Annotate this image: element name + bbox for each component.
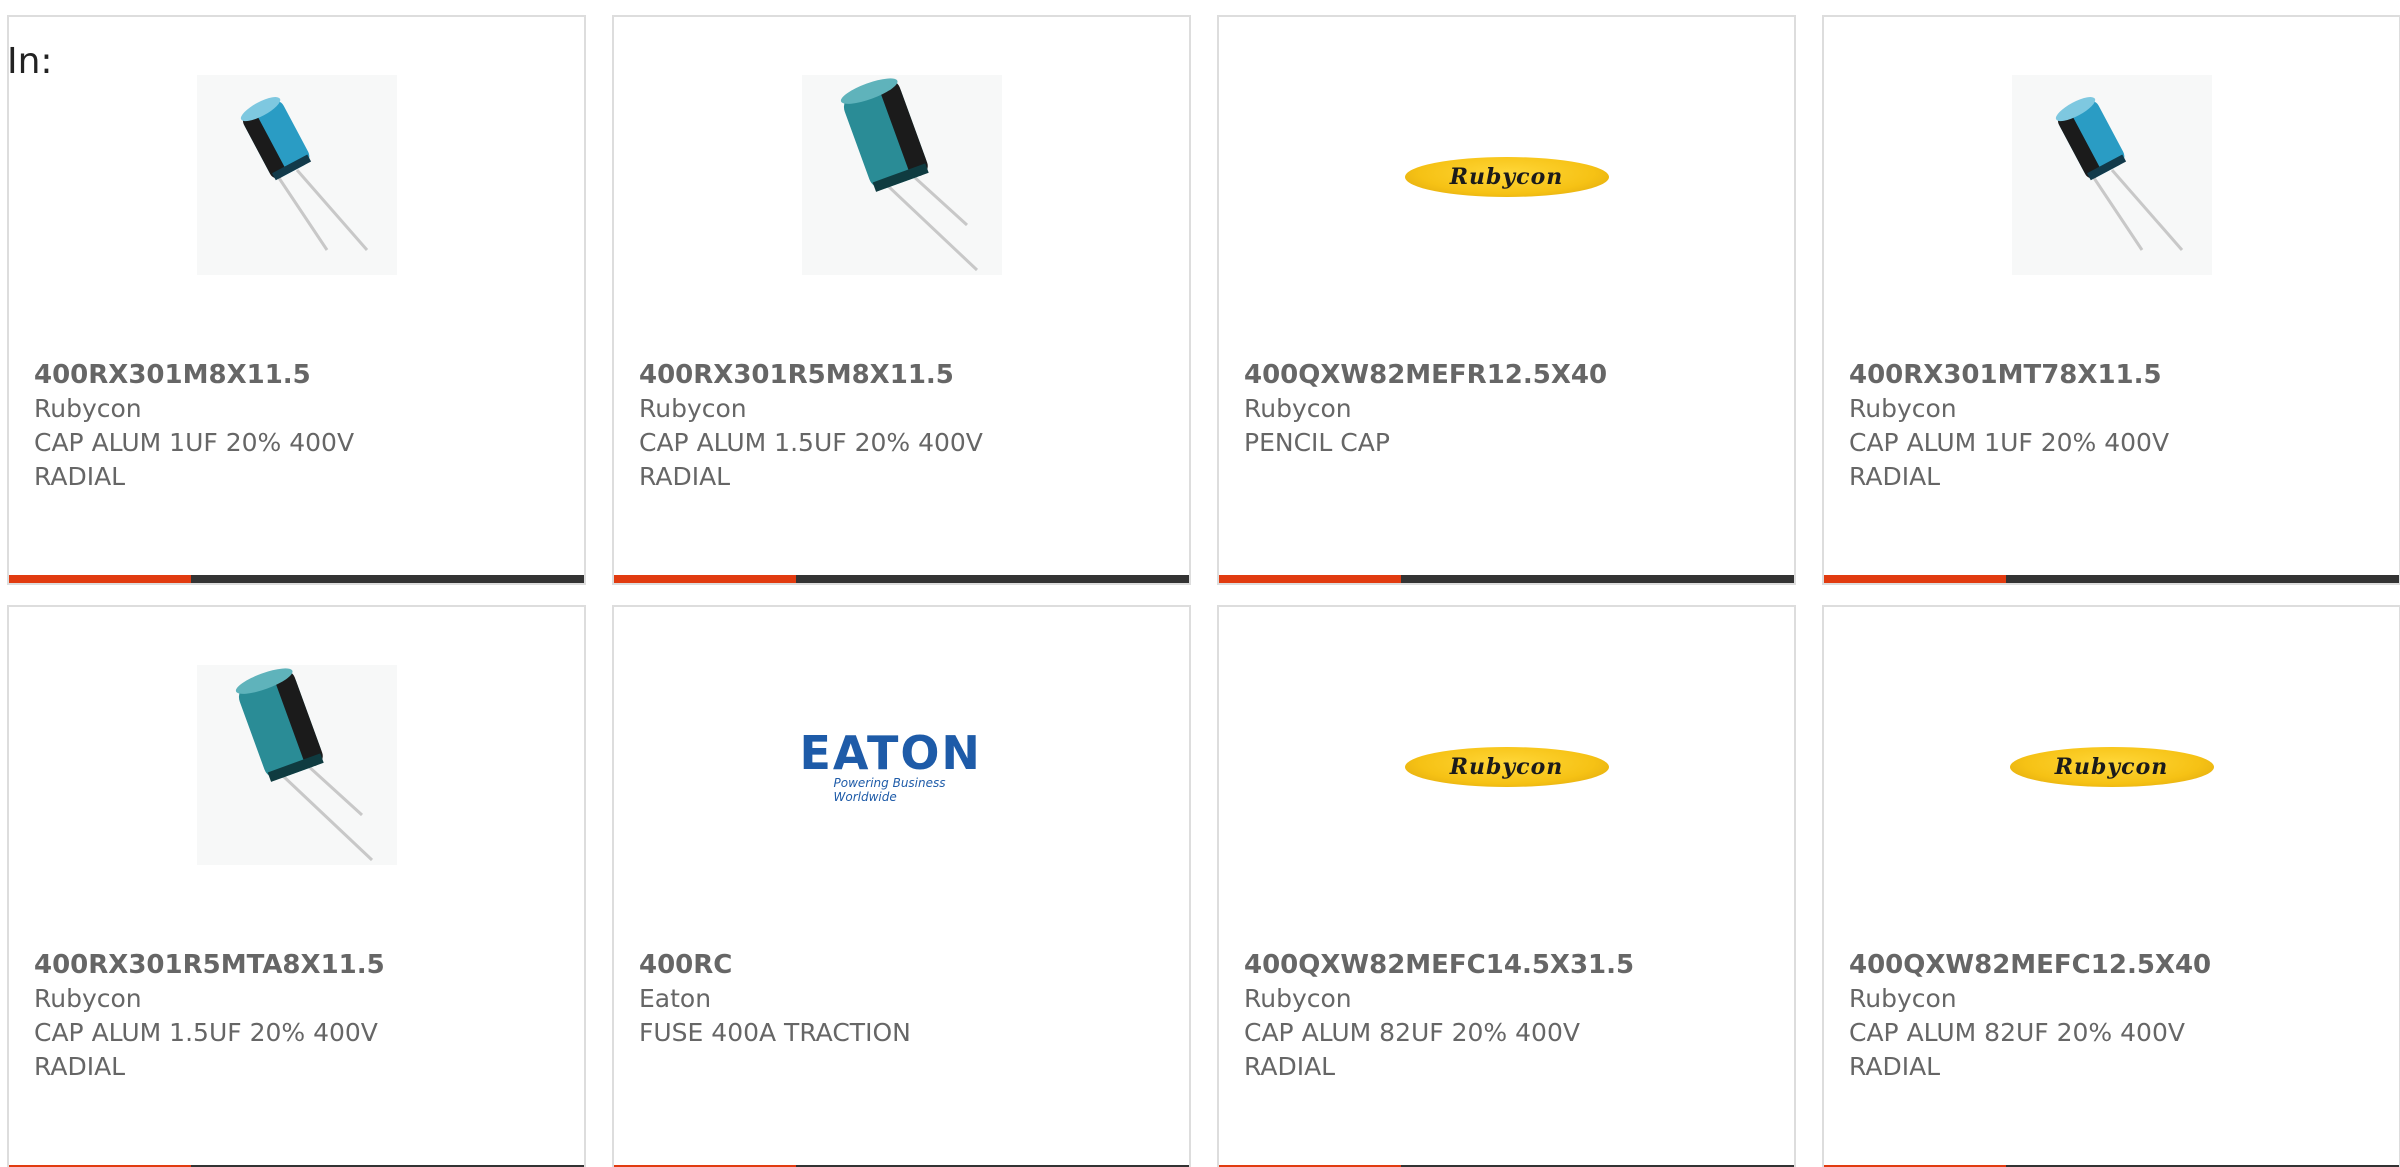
card-footer-accent xyxy=(1824,575,2006,583)
manufacturer-name: Rubycon xyxy=(1849,394,1957,423)
capacitor-small-icon xyxy=(196,75,397,279)
card-footer-accent xyxy=(1219,575,1401,583)
part-number-link[interactable]: 400QXW82MEFC14.5X31.5 xyxy=(1244,948,1774,982)
product-info: 400RC Eaton FUSE 400A TRACTION xyxy=(639,948,1169,1050)
manufacturer-name: Eaton xyxy=(639,984,712,1013)
product-info: 400RX301MT78X11.5 Rubycon CAP ALUM 1UF 20%… xyxy=(1849,358,2379,494)
product-card[interactable]: Rubycon 400QXW82MEFC14.5X31.5 Rubycon CAP A… xyxy=(1217,605,1796,1167)
card-footer-accent xyxy=(9,575,191,583)
card-footer-bar xyxy=(1824,575,2399,583)
manufacturer-name: Rubycon xyxy=(1849,984,1957,1013)
rubycon-logo: Rubycon xyxy=(1404,157,1609,197)
product-description: CAP ALUM 82UF 20% 400V RADIAL xyxy=(1244,1018,1580,1081)
product-card[interactable]: 400RX301MT78X11.5 Rubycon CAP ALUM 1UF 20%… xyxy=(1822,15,2400,585)
product-info: 400RX301R5MTA8X11.5 Rubycon CAP ALUM 1.5UF… xyxy=(34,948,564,1084)
product-image[interactable] xyxy=(9,665,584,869)
product-grid-page: In: 400RX301M8X11.5 Rubycon CAP ALUM 1UF 2… xyxy=(0,0,2400,1167)
part-number-link[interactable]: 400RX301R5M8X11.5 xyxy=(639,358,1169,392)
part-number-link[interactable]: 400QXW82MEFR12.5X40 xyxy=(1244,358,1774,392)
manufacturer-name: Rubycon xyxy=(639,394,747,423)
product-image[interactable]: Rubycon xyxy=(1824,667,2399,867)
product-description: CAP ALUM 1.5UF 20% 400V RADIAL xyxy=(34,1018,378,1081)
product-image[interactable]: EATON Powering Business Worldwide xyxy=(614,667,1189,867)
capacitor-large-icon xyxy=(196,665,397,869)
part-number-link[interactable]: 400RX301MT78X11.5 xyxy=(1849,358,2379,392)
product-image[interactable] xyxy=(614,75,1189,279)
product-description: CAP ALUM 1UF 20% 400V RADIAL xyxy=(1849,428,2170,491)
manufacturer-name: Rubycon xyxy=(1244,984,1352,1013)
product-card[interactable]: 400RX301R5M8X11.5 Rubycon CAP ALUM 1.5UF 2… xyxy=(612,15,1191,585)
product-description: PENCIL CAP xyxy=(1244,428,1390,457)
product-card[interactable]: EATON Powering Business Worldwide 400RC Eat… xyxy=(612,605,1191,1167)
product-card[interactable]: 400RX301R5MTA8X11.5 Rubycon CAP ALUM 1.5UF… xyxy=(7,605,586,1167)
product-info: 400QXW82MEFC14.5X31.5 Rubycon CAP ALUM 82U… xyxy=(1244,948,1774,1084)
product-description: CAP ALUM 1UF 20% 400V RADIAL xyxy=(34,428,355,491)
rubycon-logo: Rubycon xyxy=(2009,747,2214,787)
eaton-logo-tagline: Powering Business Worldwide xyxy=(833,776,946,804)
product-card[interactable]: Rubycon 400QXW82MEFR12.5X40 Rubycon PENCIL … xyxy=(1217,15,1796,585)
filter-label: In: xyxy=(7,41,53,82)
product-info: 400RX301R5M8X11.5 Rubycon CAP ALUM 1.5UF 2… xyxy=(639,358,1169,494)
product-grid: 400RX301M8X11.5 Rubycon CAP ALUM 1UF 20% 4… xyxy=(7,15,2400,1167)
capacitor-small-icon xyxy=(2011,75,2212,279)
card-footer-bar xyxy=(614,575,1189,583)
part-number-link[interactable]: 400RX301M8X11.5 xyxy=(34,358,564,392)
product-description: CAP ALUM 1.5UF 20% 400V RADIAL xyxy=(639,428,983,491)
card-footer-bar xyxy=(1219,575,1794,583)
manufacturer-name: Rubycon xyxy=(34,984,142,1013)
part-number-link[interactable]: 400RX301R5MTA8X11.5 xyxy=(34,948,564,982)
card-footer-bar xyxy=(9,575,584,583)
product-card[interactable]: 400RX301M8X11.5 Rubycon CAP ALUM 1UF 20% 4… xyxy=(7,15,586,585)
product-info: 400RX301M8X11.5 Rubycon CAP ALUM 1UF 20% 4… xyxy=(34,358,564,494)
capacitor-large-icon xyxy=(801,75,1002,279)
eaton-logo-word: EATON xyxy=(799,726,982,780)
product-info: 400QXW82MEFR12.5X40 Rubycon PENCIL CAP xyxy=(1244,358,1774,460)
product-image[interactable] xyxy=(1824,75,2399,279)
card-footer-accent xyxy=(614,575,796,583)
product-description: FUSE 400A TRACTION xyxy=(639,1018,911,1047)
product-image[interactable]: Rubycon xyxy=(1219,77,1794,277)
product-info: 400QXW82MEFC12.5X40 Rubycon CAP ALUM 82UF … xyxy=(1849,948,2379,1084)
eaton-logo: EATON Powering Business Worldwide xyxy=(800,727,1004,807)
part-number-link[interactable]: 400QXW82MEFC12.5X40 xyxy=(1849,948,2379,982)
product-card[interactable]: Rubycon 400QXW82MEFC12.5X40 Rubycon CAP ALU… xyxy=(1822,605,2400,1167)
manufacturer-name: Rubycon xyxy=(1244,394,1352,423)
product-image[interactable] xyxy=(9,75,584,279)
rubycon-logo: Rubycon xyxy=(1404,747,1609,787)
part-number-link[interactable]: 400RC xyxy=(639,948,1169,982)
product-description: CAP ALUM 82UF 20% 400V RADIAL xyxy=(1849,1018,2185,1081)
manufacturer-name: Rubycon xyxy=(34,394,142,423)
product-image[interactable]: Rubycon xyxy=(1219,667,1794,867)
